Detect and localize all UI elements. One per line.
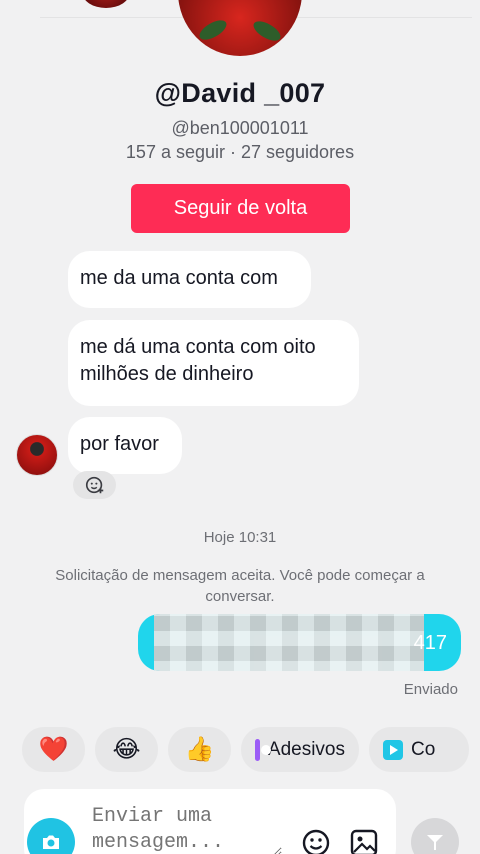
image-button[interactable] bbox=[348, 827, 380, 854]
system-notice: Solicitação de mensagem aceita. Você pod… bbox=[55, 567, 425, 605]
add-reaction-button[interactable] bbox=[73, 471, 116, 499]
image-icon bbox=[350, 829, 378, 854]
camera-icon bbox=[43, 835, 59, 849]
redacted-content bbox=[154, 614, 424, 671]
follow-back-button[interactable]: Seguir de volta bbox=[131, 184, 350, 233]
sender-avatar[interactable] bbox=[16, 434, 58, 476]
play-icon bbox=[383, 739, 403, 760]
stickers-label: Adesivos bbox=[267, 738, 345, 760]
header-avatar bbox=[82, 0, 130, 8]
outgoing-message[interactable]: 417 bbox=[138, 614, 461, 671]
message-input[interactable] bbox=[92, 804, 282, 854]
stickers-button[interactable]: Adesivos bbox=[241, 727, 359, 772]
date-separator: Hoje 10:31 bbox=[203, 529, 277, 546]
incoming-message[interactable]: me da uma conta com bbox=[68, 251, 311, 308]
add-reaction-icon bbox=[85, 476, 103, 494]
emoji-icon bbox=[302, 829, 330, 854]
quick-reply-laugh[interactable]: 😂 bbox=[95, 727, 158, 772]
profile-display-name: @David _007 bbox=[154, 78, 326, 108]
more-quick-label: Co bbox=[411, 738, 436, 760]
outgoing-message-text: 417 bbox=[413, 632, 447, 654]
profile-stats: 157 a seguir · 27 seguidores bbox=[125, 142, 355, 162]
send-icon bbox=[427, 835, 443, 850]
quick-reply-thumbs-up[interactable]: 👍 bbox=[168, 727, 231, 772]
quick-replies: ❤️ 😂 👍 Adesivos Co bbox=[22, 727, 469, 772]
send-button[interactable] bbox=[411, 818, 459, 854]
profile-avatar[interactable] bbox=[178, 0, 302, 56]
incoming-message[interactable]: por favor bbox=[68, 417, 182, 474]
sticker-icon bbox=[255, 738, 271, 761]
profile-username: @ben100001011 bbox=[171, 118, 309, 138]
quick-reply-heart[interactable]: ❤️ bbox=[22, 727, 85, 772]
incoming-message[interactable]: me dá uma conta com oito milhões de dinh… bbox=[68, 320, 359, 406]
emoji-button[interactable] bbox=[300, 827, 332, 854]
sent-status: Enviado bbox=[403, 681, 458, 698]
more-quick-button[interactable]: Co bbox=[369, 727, 469, 772]
